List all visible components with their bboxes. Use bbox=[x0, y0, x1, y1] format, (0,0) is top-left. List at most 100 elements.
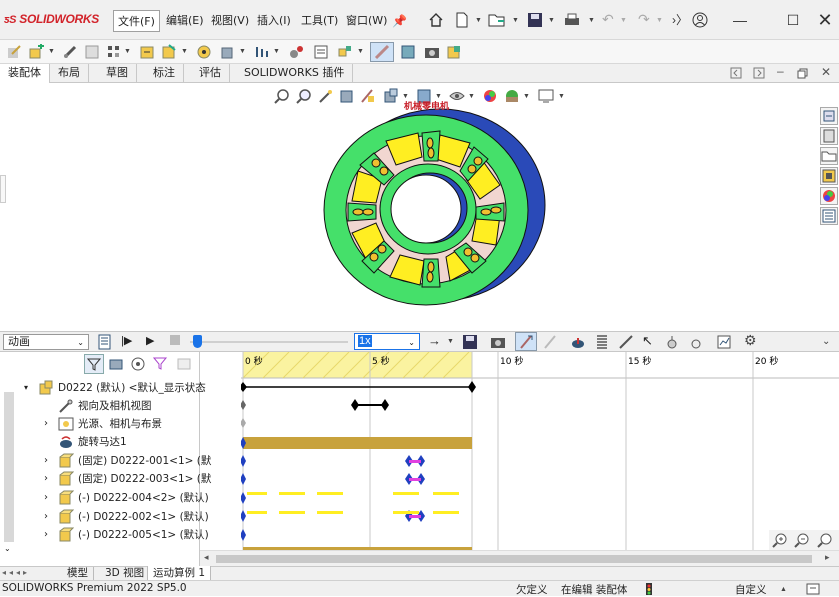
damper-icon[interactable] bbox=[618, 334, 634, 350]
scroll-down-icon[interactable]: ⌄ bbox=[4, 544, 11, 553]
maximize-button[interactable]: ☐ bbox=[780, 8, 806, 32]
tab-3d-view[interactable]: 3D 视图 bbox=[100, 567, 151, 581]
tab-scroll-arrows[interactable]: ◂◂◂▸ bbox=[2, 568, 30, 577]
pin-icon[interactable]: 📌 bbox=[392, 14, 407, 28]
new-document-icon[interactable] bbox=[455, 12, 469, 28]
tree-expander[interactable]: › bbox=[44, 470, 48, 488]
file-explorer-button[interactable] bbox=[820, 147, 838, 165]
tab-evaluate[interactable]: 评估 bbox=[191, 64, 230, 83]
assembly-features-icon[interactable] bbox=[220, 44, 236, 60]
doc-close-button[interactable]: ✕ bbox=[821, 65, 831, 79]
chevron-down-icon[interactable]: ▼ bbox=[124, 48, 131, 55]
zoom-out-icon[interactable] bbox=[794, 532, 810, 548]
filter-driving-icon[interactable] bbox=[108, 356, 124, 372]
key-point[interactable] bbox=[239, 382, 247, 392]
stop-button[interactable] bbox=[170, 335, 180, 345]
motor-icon[interactable] bbox=[570, 334, 586, 350]
part-row-keys[interactable] bbox=[240, 455, 425, 541]
panel-collapse-handle[interactable] bbox=[0, 175, 6, 203]
open-folder-icon[interactable] bbox=[488, 12, 506, 28]
undo-icon[interactable]: ↶ bbox=[602, 11, 614, 28]
tab-layout[interactable]: 布局 bbox=[50, 64, 89, 83]
motor-duration-bar[interactable] bbox=[243, 437, 472, 449]
doc-minimize-button[interactable]: – bbox=[777, 64, 784, 78]
menu-insert[interactable]: 插入(I) bbox=[253, 10, 295, 32]
rebuild-status-icon[interactable] bbox=[645, 583, 653, 595]
chevron-down-icon[interactable]: ▼ bbox=[548, 17, 555, 24]
tab-assembly[interactable]: 装配体 bbox=[0, 64, 50, 83]
appearances-button[interactable] bbox=[820, 187, 838, 205]
linear-pattern-icon[interactable] bbox=[106, 44, 122, 60]
playback-slider-track[interactable] bbox=[190, 341, 348, 343]
graphics-area[interactable]: ▼ ▼ ▼ ▼ ▼ 机械零电机 bbox=[0, 83, 839, 331]
menu-tools[interactable]: 工具(T) bbox=[297, 10, 342, 32]
user-icon[interactable] bbox=[692, 12, 708, 28]
tree-scrollbar[interactable] bbox=[4, 392, 14, 542]
design-library-button[interactable] bbox=[820, 127, 838, 145]
tab-model[interactable]: 模型 bbox=[62, 567, 94, 581]
tab-markup[interactable]: 标注 bbox=[145, 64, 184, 83]
more-icon[interactable]: ›〉 bbox=[672, 11, 688, 28]
menu-edit[interactable]: 编辑(E) bbox=[162, 10, 208, 32]
motion-timeline[interactable]: 0 秒 5 秒 10 秒 15 秒 20 秒 bbox=[239, 351, 839, 550]
exploded-view-icon[interactable] bbox=[337, 44, 353, 60]
smart-fasteners-icon[interactable] bbox=[139, 44, 155, 60]
move-component-icon[interactable] bbox=[161, 44, 177, 60]
tab-sketch[interactable]: 草图 bbox=[98, 64, 137, 83]
chevron-up-icon[interactable]: ▲ bbox=[780, 586, 787, 593]
key-point[interactable] bbox=[240, 418, 246, 428]
component-preview-icon[interactable] bbox=[84, 44, 100, 60]
chevron-down-icon[interactable]: ▼ bbox=[656, 17, 663, 24]
chevron-down-icon[interactable]: ▼ bbox=[588, 17, 595, 24]
chevron-down-icon[interactable]: ▼ bbox=[239, 48, 246, 55]
spring-icon[interactable] bbox=[595, 334, 609, 350]
menu-file[interactable]: 文件(F) bbox=[113, 10, 160, 32]
tab-motion-study-1[interactable]: 运动算例 1 bbox=[147, 566, 212, 581]
save-animation-icon[interactable] bbox=[462, 334, 478, 350]
restore-left-icon[interactable] bbox=[730, 67, 742, 79]
zoom-to-fit-icon[interactable] bbox=[274, 88, 290, 104]
menu-view[interactable]: 视图(V) bbox=[207, 10, 253, 32]
chevron-down-icon[interactable]: ▼ bbox=[620, 17, 627, 24]
tree-expander[interactable]: ▾ bbox=[24, 379, 28, 397]
scrollbar-thumb[interactable] bbox=[216, 555, 812, 563]
chevron-down-icon[interactable]: ▼ bbox=[273, 48, 280, 55]
animation-wizard-icon[interactable] bbox=[490, 334, 506, 350]
units-status[interactable]: 自定义 bbox=[735, 582, 767, 597]
custom-properties-button[interactable] bbox=[820, 207, 838, 225]
play-from-start-button[interactable]: |▶ bbox=[121, 334, 132, 347]
insert-component-icon[interactable] bbox=[28, 44, 46, 60]
tree-expander[interactable]: › bbox=[44, 526, 48, 544]
scroll-right-icon[interactable]: ▸ bbox=[825, 552, 830, 563]
add-key-icon[interactable] bbox=[542, 334, 558, 350]
edit-component-icon[interactable] bbox=[6, 44, 22, 60]
scroll-left-icon[interactable]: ◂ bbox=[204, 552, 209, 563]
tree-expander[interactable]: › bbox=[44, 452, 48, 470]
redo-icon[interactable]: ↷ bbox=[638, 11, 650, 28]
zoom-fit-icon[interactable] bbox=[817, 532, 833, 548]
key-point[interactable] bbox=[351, 399, 359, 411]
show-hidden-icon[interactable] bbox=[196, 44, 212, 60]
key-point[interactable] bbox=[468, 381, 476, 393]
study-type-select[interactable]: 动画 ⌄ bbox=[3, 334, 89, 350]
solidworks-resources-button[interactable] bbox=[820, 107, 838, 125]
calculate-icon[interactable] bbox=[97, 334, 113, 350]
chevron-down-icon[interactable]: ▼ bbox=[475, 17, 482, 24]
playback-mode-icon[interactable]: → bbox=[428, 333, 441, 348]
filter-selected-icon[interactable] bbox=[130, 356, 146, 372]
mate-icon[interactable] bbox=[62, 44, 78, 60]
chevron-down-icon[interactable]: ▼ bbox=[48, 48, 55, 55]
tree-expander[interactable]: › bbox=[44, 415, 48, 433]
tree-expander[interactable]: › bbox=[44, 489, 48, 507]
print-icon[interactable] bbox=[563, 12, 581, 28]
chevron-down-icon[interactable]: ▼ bbox=[181, 48, 188, 55]
collapse-panel-icon[interactable]: ⌄ bbox=[822, 336, 830, 347]
new-motion-study-icon[interactable] bbox=[289, 44, 305, 60]
chevron-down-icon[interactable]: ▼ bbox=[512, 17, 519, 24]
view-palette-button[interactable] bbox=[820, 167, 838, 185]
chevron-down-icon[interactable]: ▼ bbox=[357, 48, 364, 55]
motor-assembly-model[interactable]: 机械零电机 bbox=[300, 95, 560, 313]
zoom-in-icon[interactable] bbox=[772, 532, 788, 548]
solidworks-logo[interactable]: ƽS SOLIDWORKS bbox=[4, 12, 99, 26]
save-icon[interactable] bbox=[527, 12, 543, 28]
